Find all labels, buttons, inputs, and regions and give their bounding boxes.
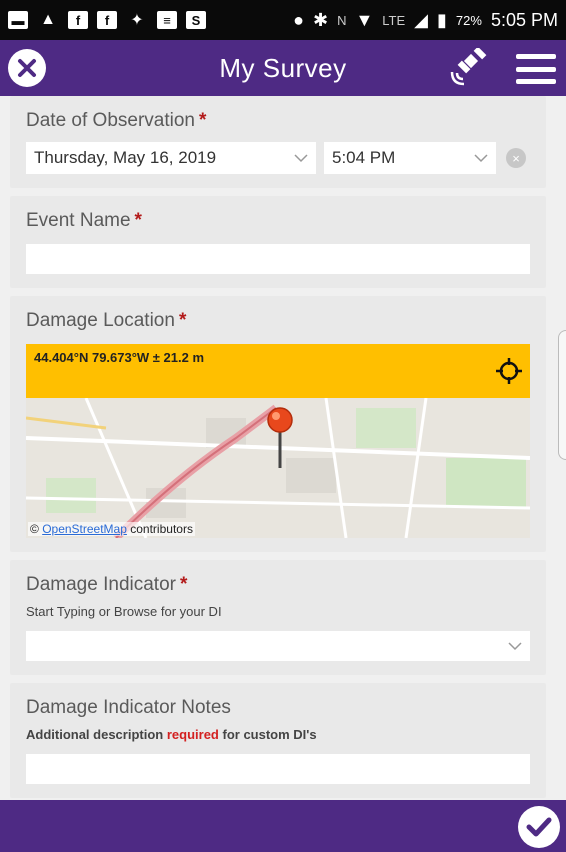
date-of-observation-card: Date of Observation * Thursday, May 16, 2… [10, 96, 546, 188]
page-title: My Survey [219, 52, 347, 83]
nfc-icon: N [337, 12, 347, 28]
menu-button[interactable] [516, 54, 556, 84]
event-name-card: Event Name * [10, 196, 546, 288]
system-icons: ● ✱ N ▼ LTE ◢ ▮ 72% 5:05 PM [293, 10, 558, 31]
bottom-bar [0, 800, 566, 852]
news-icon: ≡ [157, 11, 177, 29]
status-bar: ▬ ▲ f f ✦ ≡ S ● ✱ N ▼ LTE ◢ ▮ 72% 5:05 P… [0, 0, 566, 40]
android-messages-icon: ▬ [8, 11, 28, 29]
satellite-icon [450, 46, 487, 86]
required-mark: * [179, 574, 188, 595]
openstreetmap-link[interactable]: OpenStreetMap [42, 522, 127, 536]
map-pin-icon [267, 407, 293, 468]
date-of-observation-label: Date of Observation * [26, 110, 530, 132]
battery-icon: ▮ [437, 9, 447, 30]
damage-indicator-card: Damage Indicator * Start Typing or Browse… [10, 560, 546, 675]
gps-coordinates-bar: 44.404°N 79.673°W ± 21.2 m [26, 344, 530, 398]
notification-icons: ▬ ▲ f f ✦ ≡ S [8, 10, 206, 30]
twitter-icon: ✦ [130, 12, 144, 29]
alert-icon: ▲ [40, 11, 56, 28]
coordinates-text: 44.404°N 79.673°W ± 21.2 m [34, 350, 205, 365]
damage-location-card: Damage Location * 44.404°N 79.673°W ± 21.… [10, 296, 546, 552]
clock: 5:05 PM [490, 9, 558, 30]
gps-satellite-button[interactable] [448, 46, 490, 88]
chevron-down-icon [474, 154, 488, 163]
hint-before: Additional description [26, 727, 164, 742]
location-icon: ● [293, 9, 304, 30]
submit-button[interactable] [518, 806, 560, 848]
damage-indicator-label: Damage Indicator * [26, 574, 530, 596]
map-attribution: © OpenStreetMap contributors [28, 522, 195, 536]
date-time-row: Thursday, May 16, 2019 5:04 PM × [26, 142, 530, 174]
hamburger-line [516, 79, 556, 84]
label-text: Damage Indicator [26, 574, 176, 595]
chevron-down-icon [294, 154, 308, 163]
hint-required: required [166, 727, 219, 742]
locate-me-button[interactable] [496, 358, 522, 384]
lte-icon: LTE [382, 12, 406, 28]
survey-form: Date of Observation * Thursday, May 16, 2… [10, 96, 546, 800]
label-text: Event Name [26, 210, 131, 231]
attribution-copyright: © [30, 522, 39, 536]
event-name-label: Event Name * [26, 210, 530, 232]
damage-indicator-hint: Start Typing or Browse for your DI [26, 604, 222, 619]
time-select[interactable]: 5:04 PM [324, 142, 496, 174]
hint-after: for custom DI's [222, 727, 317, 742]
battery-percent: 72% [455, 12, 482, 28]
required-mark: * [178, 310, 187, 331]
location-map[interactable]: © OpenStreetMap contributors [26, 398, 530, 538]
event-name-input[interactable] [26, 244, 530, 274]
date-select[interactable]: Thursday, May 16, 2019 [26, 142, 316, 174]
bluetooth-icon: ✱ [312, 9, 329, 30]
hamburger-icon [516, 54, 556, 59]
damage-location-label: Damage Location * [26, 310, 530, 332]
app-header: My Survey [0, 40, 566, 96]
chevron-down-icon [508, 642, 522, 651]
hamburger-line [516, 66, 556, 72]
damage-indicator-notes-label: Damage Indicator Notes [26, 697, 231, 718]
signal-icon: ◢ [414, 9, 429, 30]
close-icon [18, 59, 36, 77]
side-drawer-handle[interactable] [558, 330, 566, 460]
date-value: Thursday, May 16, 2019 [34, 148, 217, 167]
facebook-icon: f [97, 11, 117, 29]
attribution-suffix: contributors [130, 522, 193, 536]
time-value: 5:04 PM [332, 148, 396, 167]
checkmark-icon [526, 817, 552, 837]
damage-indicator-notes-hint: Additional description required for cust… [26, 727, 530, 742]
damage-indicator-select[interactable] [26, 631, 530, 661]
damage-indicator-notes-input[interactable] [26, 754, 530, 784]
label-text: Damage Location [26, 310, 175, 331]
facebook-icon: f [68, 11, 88, 29]
damage-indicator-notes-card: Damage Indicator Notes Additional descri… [10, 683, 546, 798]
required-mark: * [198, 110, 207, 131]
label-text: Date of Observation [26, 110, 195, 131]
required-mark: * [134, 210, 142, 231]
clear-date-button[interactable]: × [506, 148, 526, 168]
wifi-icon: ▼ [355, 9, 374, 30]
close-button[interactable] [8, 49, 46, 87]
s-app-icon: S [186, 11, 206, 29]
